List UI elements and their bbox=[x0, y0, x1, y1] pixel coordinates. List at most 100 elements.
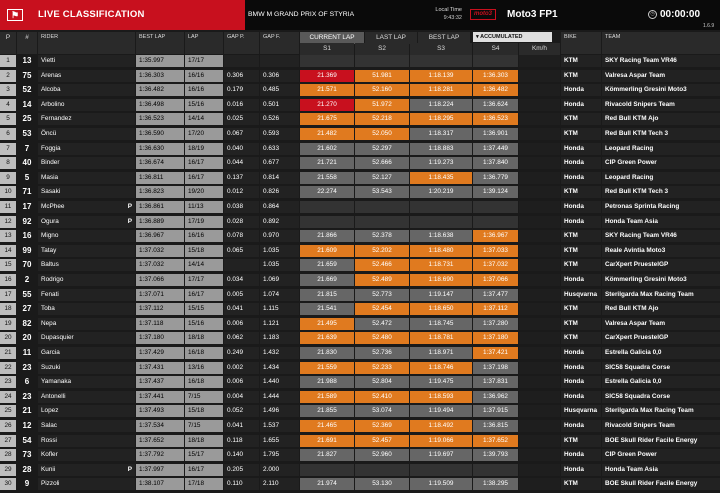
table-row[interactable]: 1 13 Vietti 1:35.997 17/17 KTM SKY Racing Team… bbox=[0, 55, 720, 68]
table-row[interactable]: 12 92 Ogura P 1:36.889 17/19 0.028 0.892 Honda Ho… bbox=[0, 215, 720, 229]
team-cell: Red Bull KTM Tech 3 bbox=[602, 128, 720, 140]
bike-cell: KTM bbox=[561, 259, 601, 272]
gap-prev-cell: 0.118 bbox=[224, 434, 259, 447]
table-row[interactable]: 4 14 Arbolino 1:36.498 15/16 0.016 0.501 21.270… bbox=[0, 98, 720, 112]
table-row[interactable]: 7 7 Foggia 1:36.630 18/19 0.040 0.633 21.602 52.… bbox=[0, 142, 720, 156]
team-cell-text: BOE Skull Rider Facile Energy bbox=[605, 480, 698, 488]
bike-cell-text: Honda bbox=[564, 392, 584, 400]
team-cell-text: Sterilgarda Max Racing Team bbox=[605, 290, 694, 298]
rider-number: 16 bbox=[17, 230, 37, 242]
gap-first-cell-text: 1.440 bbox=[263, 378, 279, 386]
gap-first-cell-text: 1.183 bbox=[263, 334, 279, 342]
sector1-cell-text: 21.558 bbox=[317, 173, 337, 181]
table-row[interactable]: 13 16 Migno 1:36.967 16/16 0.078 0.970 21.866 52… bbox=[0, 230, 720, 243]
sector2-cell-text: 53.130 bbox=[372, 480, 392, 488]
mode-select[interactable]: ▾ ACCUMULATED bbox=[473, 32, 552, 42]
best-lap-cell: 1:37.493 bbox=[136, 405, 184, 418]
table-row[interactable]: 16 2 Rodrigo 1:37.066 17/17 0.034 1.069 21.669 5… bbox=[0, 274, 720, 287]
sector3-cell bbox=[410, 201, 472, 213]
gap-prev-cell: 0.038 bbox=[224, 201, 259, 213]
team-cell: Honda Team Asia bbox=[602, 215, 720, 228]
table-row[interactable]: 27 54 Rossi 1:37.652 18/18 0.118 1.655 21.691 52… bbox=[0, 434, 720, 448]
rider-number: 53 bbox=[17, 128, 37, 140]
lap-count-cell: 16/17 bbox=[185, 171, 223, 184]
rider-number: 21 bbox=[17, 405, 37, 417]
table-row[interactable]: 5 25 Fernandez 1:36.523 14/14 0.025 0.526 21.67… bbox=[0, 113, 720, 126]
table-row[interactable]: 20 20 Dupasquier 1:37.180 18/18 0.062 1.183 21.… bbox=[0, 332, 720, 345]
gap-first-cell: 0.501 bbox=[260, 98, 299, 111]
gap-prev-cell-text: 0.044 bbox=[227, 159, 243, 167]
sector1-cell: 22.274 bbox=[300, 186, 354, 199]
sector3-cell: 1:18.435 bbox=[410, 171, 472, 184]
speed-cell bbox=[519, 420, 560, 432]
table-row[interactable]: 8 40 Binder 1:36.674 16/17 0.044 0.677 21.721 52… bbox=[0, 157, 720, 170]
rider-number-text: 73 bbox=[22, 450, 32, 460]
lap-count-cell-text: 17/17 bbox=[188, 57, 204, 64]
table-row[interactable]: 2 75 Arenas 1:36.303 16/16 0.306 0.306 21.369 51… bbox=[0, 69, 720, 83]
lap-count-cell-text: 16/18 bbox=[188, 349, 204, 356]
table-row[interactable]: 14 99 Tatay 1:37.032 15/18 0.065 1.035 21.609 52… bbox=[0, 244, 720, 258]
rider-number: 14 bbox=[17, 99, 37, 111]
rider-number-text: 23 bbox=[22, 362, 32, 372]
sector2-cell-text: 52.218 bbox=[372, 115, 392, 123]
table-row[interactable]: 19 82 Nepa 1:37.118 15/16 0.006 1.121 21.495 52.… bbox=[0, 317, 720, 331]
table-row[interactable]: 11 17 McPhee P 1:36.861 11/13 0.038 0.864 Honda P… bbox=[0, 201, 720, 214]
position-cell: 23 bbox=[0, 376, 16, 389]
rider-number: 73 bbox=[17, 449, 37, 461]
rider-number-text: 92 bbox=[22, 216, 32, 226]
table-row[interactable]: 29 28 Kunii P 1:37.997 16/17 0.205 2.000 Honda Ho… bbox=[0, 463, 720, 477]
sector1-cell: 21.495 bbox=[300, 317, 354, 330]
table-row[interactable]: 15 70 Baltus 1:37.032 14/14 1.035 21.659 52.466… bbox=[0, 259, 720, 272]
speed-cell bbox=[519, 259, 560, 272]
sector3-cell: 1:18.224 bbox=[410, 98, 472, 111]
table-row[interactable]: 25 21 Lopez 1:37.493 15/18 0.052 1.496 21.855 53… bbox=[0, 405, 720, 418]
lap-count-cell-text: 19/20 bbox=[188, 188, 204, 196]
gap-prev-cell-text: 0.038 bbox=[227, 203, 243, 210]
team-cell: Rivacold Snipers Team bbox=[602, 420, 720, 432]
speed-cell bbox=[519, 332, 560, 345]
sector4-cell-text: 1:36.303 bbox=[483, 71, 508, 79]
sector4-cell bbox=[473, 463, 518, 476]
table-row[interactable]: 24 23 Antonelli 1:37.441 7/15 0.004 1.444 21.58… bbox=[0, 390, 720, 404]
sector4-cell-text: 1:36.482 bbox=[483, 86, 508, 94]
bike-cell-text: Husqvarna bbox=[564, 407, 598, 415]
gap-prev-cell: 0.006 bbox=[224, 317, 259, 330]
position-cell: 22 bbox=[0, 361, 16, 374]
team-cell-text: Reale Avintia Moto3 bbox=[605, 246, 666, 254]
sector3-cell: 1:18.781 bbox=[410, 332, 472, 345]
sector3-cell-text: 1:18.317 bbox=[428, 130, 454, 137]
position-cell: 18 bbox=[0, 303, 16, 316]
table-row[interactable]: 17 55 Fenati 1:37.071 16/17 0.005 1.074 21.815 5… bbox=[0, 288, 720, 302]
sector1-cell-text: 21.482 bbox=[317, 130, 337, 137]
table-row[interactable]: 30 9 Pizzoli 1:38.107 17/18 0.110 2.110 21.974 5… bbox=[0, 478, 720, 491]
table-row[interactable]: 22 23 Suzuki 1:37.431 13/16 0.002 1.434 21.559 5… bbox=[0, 361, 720, 375]
sector4-cell bbox=[473, 201, 518, 213]
sector3-cell bbox=[410, 215, 472, 228]
team-cell: Valresa Aspar Team bbox=[602, 69, 720, 82]
table-row[interactable]: 3 52 Alcoba 1:36.482 16/16 0.179 0.485 21.571 52… bbox=[0, 84, 720, 97]
gap-prev-cell: 0.110 bbox=[224, 478, 259, 491]
sector2-cell: 52.050 bbox=[355, 128, 409, 140]
best-lap-cell: 1:36.823 bbox=[136, 186, 184, 199]
local-time-value: 9:43:32 bbox=[443, 15, 462, 21]
sector1-cell-text: 21.571 bbox=[317, 86, 337, 94]
lap-count-cell: 7/15 bbox=[185, 420, 223, 432]
team-cell-text: Valresa Aspar Team bbox=[605, 71, 666, 79]
table-row[interactable]: 28 73 Kofler 1:37.792 15/17 0.140 1.795 21.827 5… bbox=[0, 449, 720, 462]
sector4-cell: 1:38.295 bbox=[473, 478, 518, 491]
table-row[interactable]: 9 5 Masia 1:36.811 16/17 0.137 0.814 21.558 52.1… bbox=[0, 171, 720, 185]
table-row[interactable]: 23 6 Yamanaka 1:37.437 16/18 0.006 1.440 21.988… bbox=[0, 376, 720, 389]
rider-number: 70 bbox=[17, 259, 37, 271]
position-cell: 6 bbox=[0, 128, 16, 140]
sector3-cell: 1:18.650 bbox=[410, 303, 472, 316]
table-row[interactable]: 21 11 Garcia 1:37.429 16/18 0.249 1.432 21.830 5… bbox=[0, 347, 720, 360]
sector3-cell-text: 1:18.295 bbox=[428, 115, 454, 123]
table-row[interactable]: 10 71 Sasaki 1:36.823 19/20 0.012 0.826 22.274 5… bbox=[0, 186, 720, 199]
table-row[interactable]: 26 12 Salac 1:37.534 7/15 0.041 1.537 21.465 52.… bbox=[0, 420, 720, 433]
table-row[interactable]: 18 27 Toba 1:37.112 15/15 0.041 1.115 21.541 52.… bbox=[0, 303, 720, 316]
speed-cell bbox=[519, 201, 560, 213]
best-lap-cell-text: 1:37.997 bbox=[139, 465, 164, 473]
table-row[interactable]: 6 53 Öncü 1:36.590 17/20 0.067 0.593 21.482 52.0… bbox=[0, 128, 720, 141]
position-cell-text: 4 bbox=[6, 100, 10, 108]
gap-prev-cell: 0.004 bbox=[224, 390, 259, 403]
